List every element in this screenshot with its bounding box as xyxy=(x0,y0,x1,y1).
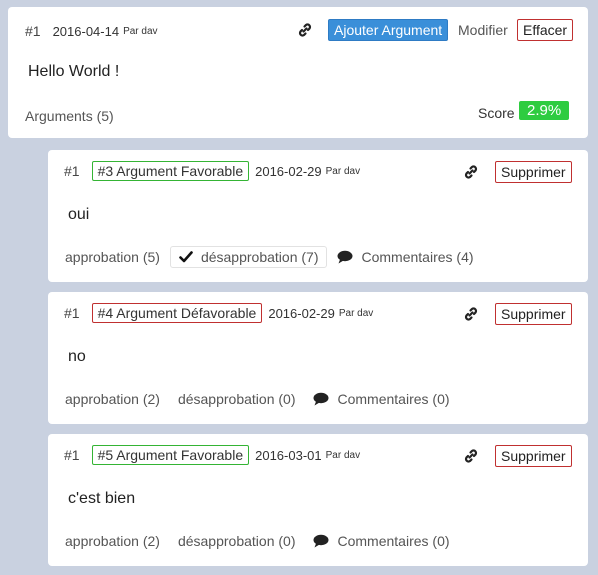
link-icon[interactable] xyxy=(297,22,313,38)
argument-card: #1 #5 Argument Favorable 2016-03-01 Par … xyxy=(48,434,588,566)
add-argument-button[interactable]: Ajouter Argument xyxy=(328,19,449,41)
post-date: 2016-04-14 xyxy=(52,23,120,39)
delete-argument-button[interactable]: Supprimer xyxy=(495,161,572,183)
argument-author: Par dav xyxy=(325,165,361,177)
argument-date: 2016-02-29 xyxy=(255,163,322,179)
disapproval-button[interactable]: désapprobation (0) xyxy=(178,533,296,549)
comments-label: Commentaires (4) xyxy=(361,249,474,265)
argument-actions: approbation (2) désapprobation (0) Comme… xyxy=(65,533,468,549)
approval-button[interactable]: approbation (5) xyxy=(65,249,160,265)
argument-body: no xyxy=(68,348,86,365)
approval-button[interactable]: approbation (2) xyxy=(65,533,160,549)
argument-body: oui xyxy=(68,206,90,223)
argument-card: #1 #4 Argument Défavorable 2016-02-29 Pa… xyxy=(48,292,588,424)
comment-bubble-icon xyxy=(313,534,329,548)
argument-actions: approbation (5) désapprobation (7) Comme… xyxy=(65,246,492,268)
disapproval-button[interactable]: désapprobation (0) xyxy=(178,391,296,407)
link-icon[interactable] xyxy=(463,164,479,180)
comment-bubble-icon xyxy=(313,392,329,406)
post-body: Hello World ! xyxy=(28,63,120,80)
argument-author: Par dav xyxy=(338,307,374,319)
comments-label: Commentaires (0) xyxy=(337,391,450,407)
score-label: Score xyxy=(478,105,515,121)
arguments-count-link[interactable]: Arguments (5) xyxy=(25,108,114,124)
argument-tag-favorable[interactable]: #5 Argument Favorable xyxy=(91,445,250,465)
argument-tag-defavorable[interactable]: #4 Argument Défavorable xyxy=(91,303,263,323)
delete-button[interactable]: Effacer xyxy=(517,19,574,41)
edit-button[interactable]: Modifier xyxy=(458,20,508,40)
delete-argument-button[interactable]: Supprimer xyxy=(495,445,572,467)
link-icon[interactable] xyxy=(463,448,479,464)
disapproval-label: désapprobation (7) xyxy=(200,249,319,265)
check-icon xyxy=(179,251,193,263)
argument-meta: #1 #5 Argument Favorable 2016-03-01 Par … xyxy=(64,445,360,465)
argument-card: #1 #3 Argument Favorable 2016-02-29 Par … xyxy=(48,150,588,282)
comments-button[interactable]: Commentaires (0) xyxy=(313,533,450,549)
argument-actions: approbation (2) désapprobation (0) Comme… xyxy=(65,391,468,407)
argument-meta: #1 #3 Argument Favorable 2016-02-29 Par … xyxy=(64,161,360,181)
argument-number: #1 xyxy=(64,305,80,321)
argument-author: Par dav xyxy=(325,449,361,461)
argument-date: 2016-03-01 xyxy=(255,447,322,463)
argument-body: c'est bien xyxy=(68,490,136,507)
main-post-card: #1 2016-04-14 Par dav Ajouter Argument M… xyxy=(8,7,588,138)
post-number: #1 xyxy=(25,23,41,39)
disapproval-button-selected[interactable]: désapprobation (7) xyxy=(169,246,328,268)
argument-number: #1 xyxy=(64,447,80,463)
comment-bubble-icon xyxy=(337,250,353,264)
delete-argument-button[interactable]: Supprimer xyxy=(495,303,572,325)
comments-button[interactable]: Commentaires (0) xyxy=(313,391,450,407)
score-badge: 2.9% xyxy=(519,101,570,120)
argument-date: 2016-02-29 xyxy=(268,305,335,321)
main-post-meta: #1 2016-04-14 Par dav xyxy=(25,23,158,39)
argument-meta: #1 #4 Argument Défavorable 2016-02-29 Pa… xyxy=(64,303,373,323)
comments-button[interactable]: Commentaires (4) xyxy=(337,249,474,265)
argument-tag-favorable[interactable]: #3 Argument Favorable xyxy=(91,161,250,181)
link-icon[interactable] xyxy=(463,306,479,322)
approval-button[interactable]: approbation (2) xyxy=(65,391,160,407)
comments-label: Commentaires (0) xyxy=(337,533,450,549)
post-author: Par dav xyxy=(123,25,158,37)
argument-number: #1 xyxy=(64,163,80,179)
